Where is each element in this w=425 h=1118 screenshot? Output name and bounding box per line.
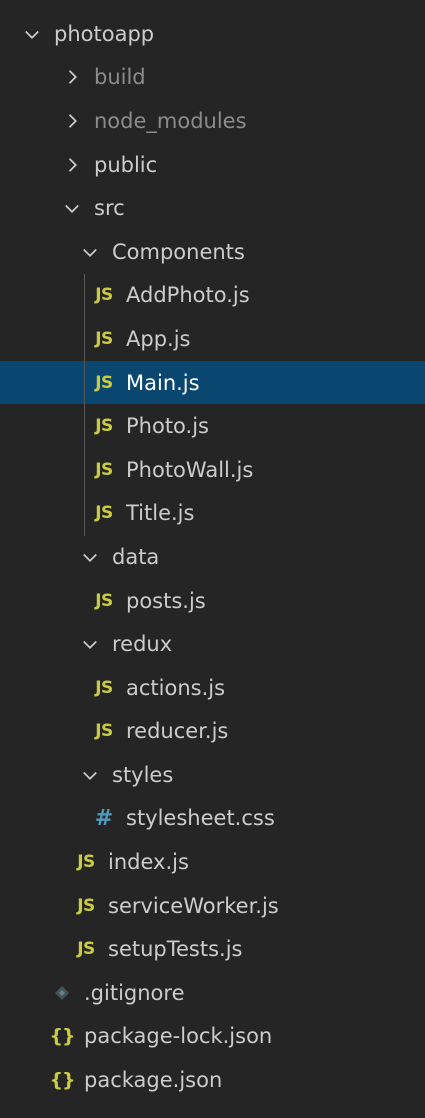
folder-label: Components xyxy=(112,239,245,264)
folder-data[interactable]: data xyxy=(0,535,425,579)
folder-label: photoapp xyxy=(54,21,155,46)
file-label: AddPhoto.js xyxy=(126,283,250,308)
folder-label: src xyxy=(94,196,125,221)
chevron-right-icon xyxy=(58,107,86,135)
js-file-icon: JS xyxy=(95,459,113,480)
file-label: reducer.js xyxy=(126,719,229,744)
file-package-json[interactable]: {} package.json xyxy=(0,1058,425,1102)
indent-guide xyxy=(84,274,85,536)
json-file-icon: {} xyxy=(49,1025,75,1048)
file-tree: photoapp build node_modules public src C… xyxy=(0,12,425,1102)
file-photowall-js[interactable]: JS PhotoWall.js xyxy=(0,448,425,492)
file-label: package-lock.json xyxy=(84,1024,273,1049)
folder-build[interactable]: build xyxy=(0,56,425,100)
js-file-icon: JS xyxy=(95,721,113,742)
file-package-lock-json[interactable]: {} package-lock.json xyxy=(0,1015,425,1059)
folder-photoapp[interactable]: photoapp xyxy=(0,12,425,56)
file-stylesheet-css[interactable]: # stylesheet.css xyxy=(0,797,425,841)
file-label: App.js xyxy=(126,326,191,351)
folder-styles[interactable]: styles xyxy=(0,753,425,797)
chevron-down-icon xyxy=(76,630,104,658)
folder-label: node_modules xyxy=(94,108,247,133)
folder-public[interactable]: public xyxy=(0,143,425,187)
file-setuptests-js[interactable]: JS setupTests.js xyxy=(0,927,425,971)
file-label: PhotoWall.js xyxy=(126,457,254,482)
file-main-js[interactable]: JS Main.js xyxy=(0,360,425,405)
file-title-js[interactable]: JS Title.js xyxy=(0,492,425,536)
js-file-icon: JS xyxy=(95,416,113,437)
file-reducer-js[interactable]: JS reducer.js xyxy=(0,710,425,754)
file-label: index.js xyxy=(108,850,189,875)
js-file-icon: JS xyxy=(95,677,113,698)
file-addphoto-js[interactable]: JS AddPhoto.js xyxy=(0,274,425,318)
js-file-icon: JS xyxy=(77,939,95,960)
js-file-icon: JS xyxy=(95,285,113,306)
js-file-icon: JS xyxy=(95,372,113,393)
file-label: stylesheet.css xyxy=(126,806,275,831)
chevron-down-icon xyxy=(76,238,104,266)
chevron-down-icon xyxy=(18,20,46,48)
js-file-icon: JS xyxy=(77,895,95,916)
gitignore-diamond-icon xyxy=(48,979,76,1007)
file-label: Photo.js xyxy=(126,414,209,439)
folder-label: public xyxy=(94,152,158,177)
chevron-down-icon xyxy=(76,543,104,571)
chevron-right-icon xyxy=(58,63,86,91)
js-file-icon: JS xyxy=(95,328,113,349)
folder-redux[interactable]: redux xyxy=(0,622,425,666)
js-file-icon: JS xyxy=(77,852,95,873)
file-actions-js[interactable]: JS actions.js xyxy=(0,666,425,710)
file-photo-js[interactable]: JS Photo.js xyxy=(0,404,425,448)
file-label: serviceWorker.js xyxy=(108,893,279,918)
css-file-icon: # xyxy=(94,805,114,831)
file-label: Main.js xyxy=(126,370,200,395)
json-file-icon: {} xyxy=(49,1069,75,1092)
file-index-js[interactable]: JS index.js xyxy=(0,840,425,884)
file-posts-js[interactable]: JS posts.js xyxy=(0,579,425,623)
folder-label: redux xyxy=(112,632,173,657)
file-gitignore[interactable]: .gitignore xyxy=(0,971,425,1015)
file-label: posts.js xyxy=(126,588,206,613)
folder-label: build xyxy=(94,65,146,90)
js-file-icon: JS xyxy=(95,590,113,611)
folder-node-modules[interactable]: node_modules xyxy=(0,99,425,143)
file-serviceworker-js[interactable]: JS serviceWorker.js xyxy=(0,884,425,928)
chevron-down-icon xyxy=(58,194,86,222)
file-label: Title.js xyxy=(126,501,195,526)
folder-components[interactable]: Components xyxy=(0,230,425,274)
folder-src[interactable]: src xyxy=(0,186,425,230)
chevron-right-icon xyxy=(58,151,86,179)
file-app-js[interactable]: JS App.js xyxy=(0,317,425,361)
js-file-icon: JS xyxy=(95,503,113,524)
folder-label: styles xyxy=(112,762,174,787)
file-label: actions.js xyxy=(126,675,226,700)
file-label: setupTests.js xyxy=(108,937,243,962)
file-explorer: photoapp build node_modules public src C… xyxy=(0,0,425,1118)
chevron-down-icon xyxy=(76,761,104,789)
folder-label: data xyxy=(112,544,160,569)
file-label: package.json xyxy=(84,1068,223,1093)
file-label: .gitignore xyxy=(84,980,185,1005)
